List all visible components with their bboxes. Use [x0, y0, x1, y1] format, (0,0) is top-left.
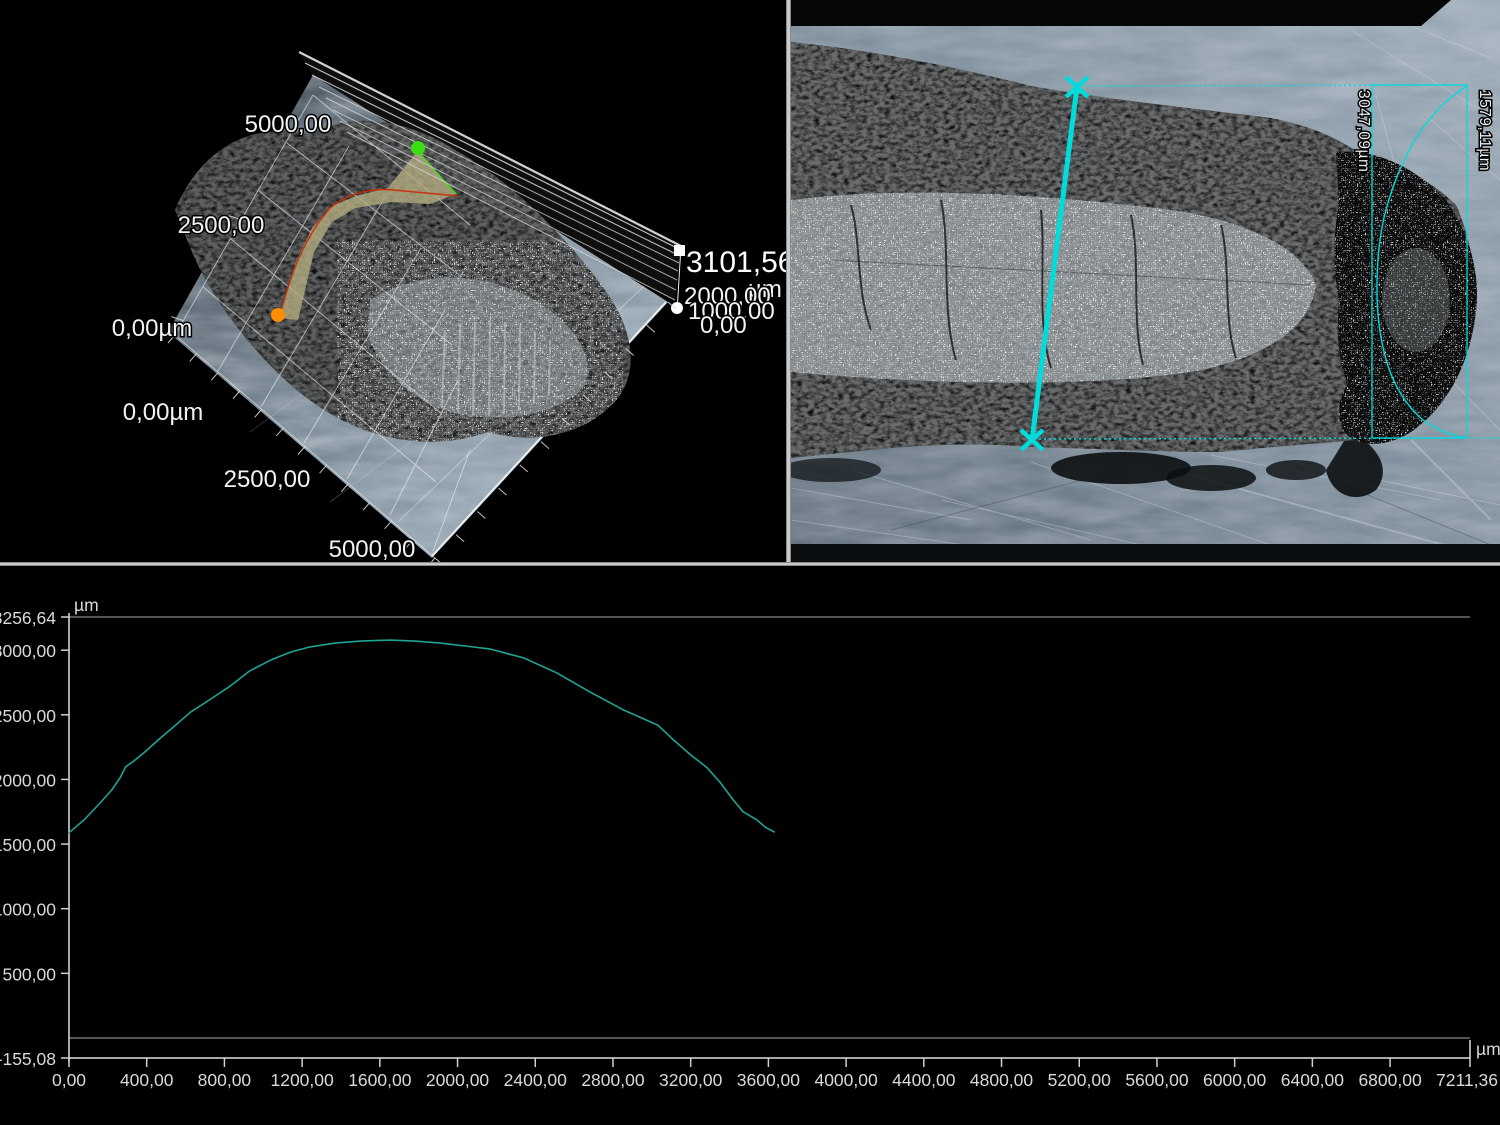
panel-2d-image[interactable]: 3047,09µm 1579,11µm [791, 0, 1500, 562]
measurement-height-label: 1579,11µm [1476, 90, 1493, 171]
svg-text:6000,00: 6000,00 [1203, 1070, 1267, 1090]
3d-axis-label: 2500,00 [178, 212, 265, 239]
svg-text:2500,00: 2500,00 [0, 706, 56, 726]
3d-axis-label: 0,00µm [112, 315, 193, 342]
svg-text:1200,00: 1200,00 [270, 1070, 334, 1090]
svg-text:3600,00: 3600,00 [737, 1070, 801, 1090]
svg-text:µm: µm [1476, 1039, 1500, 1059]
svg-text:µm: µm [74, 595, 99, 615]
panel-3d-view[interactable]: 5000,00 2500,00 0,00µm 0,00µm 2500,00 50… [0, 0, 786, 562]
3d-z-max-label: 3101,56 [686, 246, 786, 279]
svg-text:500,00: 500,00 [2, 964, 56, 984]
profile-curve [69, 640, 774, 833]
3d-axis-label: 5000,00 [329, 536, 416, 562]
3d-viewport[interactable]: 5000,00 2500,00 0,00µm 0,00µm 2500,00 50… [0, 0, 786, 562]
svg-text:4000,00: 4000,00 [814, 1070, 878, 1090]
svg-text:2000,00: 2000,00 [426, 1070, 490, 1090]
svg-text:2800,00: 2800,00 [581, 1070, 645, 1090]
measurement-length-label: 3047,09µm [1355, 90, 1372, 172]
chart-tick-labels: 3256,64 3000,00 2500,00 2000,00 1500,00 1000,… [0, 595, 1500, 1090]
svg-text:1500,00: 1500,00 [0, 835, 56, 855]
3d-z-max-marker[interactable] [674, 245, 685, 256]
svg-text:3000,00: 3000,00 [0, 641, 56, 661]
chart-ticks [61, 617, 1470, 1067]
panel-profile-chart[interactable]: 3256,64 3000,00 2500,00 2000,00 1500,00 1000,… [0, 566, 1500, 1125]
svg-text:3256,64: 3256,64 [0, 608, 56, 628]
chart-axes [68, 613, 1470, 1062]
chart-reference-lines [69, 617, 1470, 1038]
svg-text:-155,08: -155,08 [0, 1049, 56, 1069]
profile-chart[interactable]: 3256,64 3000,00 2500,00 2000,00 1500,00 1000,… [0, 566, 1500, 1125]
svg-text:2000,00: 2000,00 [0, 770, 56, 790]
3d-axis-label: 0,00µm [123, 399, 204, 426]
svg-text:7211,36: 7211,36 [1436, 1070, 1498, 1090]
svg-text:1600,00: 1600,00 [348, 1070, 412, 1090]
profile-end-handle[interactable] [411, 141, 425, 155]
svg-text:4400,00: 4400,00 [892, 1070, 956, 1090]
svg-text:2400,00: 2400,00 [504, 1070, 568, 1090]
svg-text:800,00: 800,00 [198, 1070, 252, 1090]
2d-viewport[interactable]: 3047,09µm 1579,11µm [791, 0, 1500, 562]
svg-text:5600,00: 5600,00 [1125, 1070, 1189, 1090]
svg-text:3200,00: 3200,00 [659, 1070, 723, 1090]
app-window: 5000,00 2500,00 0,00µm 0,00µm 2500,00 50… [0, 0, 1500, 1125]
2d-bottom-strip [791, 544, 1500, 562]
3d-z-label: 0,00 [700, 312, 747, 339]
svg-text:400,00: 400,00 [120, 1070, 174, 1090]
profile-start-handle[interactable] [271, 308, 285, 322]
svg-text:6400,00: 6400,00 [1281, 1070, 1345, 1090]
svg-text:4800,00: 4800,00 [970, 1070, 1034, 1090]
svg-text:0,00: 0,00 [52, 1070, 86, 1090]
svg-text:6800,00: 6800,00 [1358, 1070, 1422, 1090]
2d-top-strip [791, 0, 1451, 26]
svg-text:5200,00: 5200,00 [1048, 1070, 1112, 1090]
svg-text:1000,00: 1000,00 [0, 900, 56, 920]
3d-z-min-marker[interactable] [671, 302, 683, 314]
3d-axis-label: 2500,00 [224, 466, 311, 493]
3d-axis-label: 5000,00 [245, 111, 332, 138]
